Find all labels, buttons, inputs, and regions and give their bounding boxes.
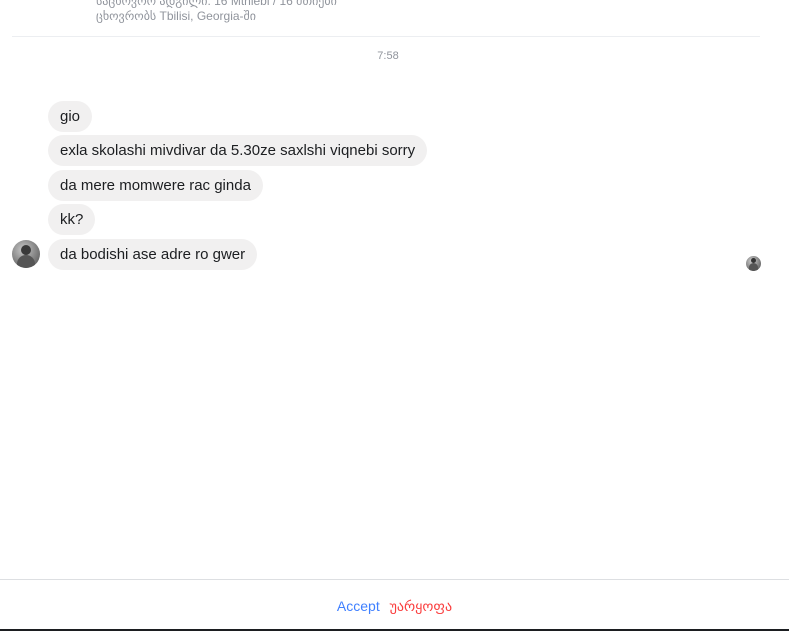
sender-avatar[interactable] — [12, 240, 40, 268]
sender-lives-in: ცხოვრობს Tbilisi, Georgia-ში — [96, 9, 256, 23]
seen-body-shape — [749, 263, 758, 271]
divider — [12, 36, 760, 37]
avatar-body-shape — [17, 255, 35, 268]
message-bubble[interactable]: exla skolashi mivdivar da 5.30ze saxlshi… — [48, 135, 428, 166]
message-bubble[interactable]: gio — [48, 101, 93, 132]
sender-profile-info: საცხოვრო ადგილი: 16 Mthiebi / 16 მთიები … — [96, 0, 337, 24]
avatar-head-shape — [21, 245, 31, 255]
decline-button[interactable]: უარყოფა — [390, 597, 452, 615]
message-timestamp: 7:58 — [377, 50, 399, 62]
message-bubble[interactable]: da bodishi ase adre ro gwer — [48, 239, 258, 270]
seen-by-avatar-icon — [746, 256, 761, 271]
accept-button[interactable]: Accept — [337, 597, 380, 615]
message-request-actions: Accept უარყოფა — [0, 597, 789, 615]
sender-location: საცხოვრო ადგილი: 16 Mthiebi / 16 მთიები — [96, 0, 337, 8]
message-bubble[interactable]: kk? — [48, 204, 96, 235]
message-bubble[interactable]: da mere momwere rac ginda — [48, 170, 263, 201]
